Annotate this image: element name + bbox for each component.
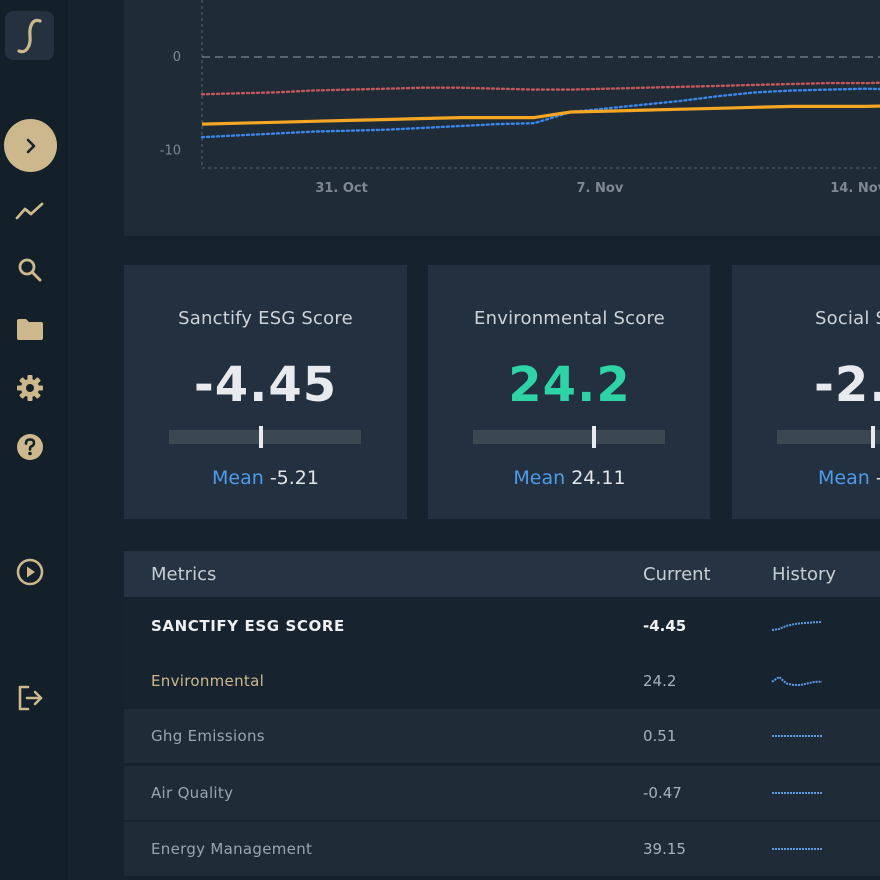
- score-gauge: [169, 426, 361, 448]
- metric-current: 39.15: [643, 840, 686, 858]
- metric-current: 0.51: [643, 727, 677, 745]
- mean-value: -5.21: [269, 467, 319, 489]
- mean-label: Mean: [212, 467, 264, 489]
- mean-label: Mean: [818, 467, 870, 489]
- trend-chart-icon[interactable]: [15, 196, 45, 226]
- chevron-right-icon: [26, 138, 35, 153]
- table-row[interactable]: Air Quality -0.47: [124, 764, 880, 820]
- y-tick-label: 0: [173, 50, 181, 65]
- card-title: Sanctify ESG Score: [178, 308, 353, 329]
- gear-icon[interactable]: [15, 373, 45, 403]
- history-sparkline: [772, 792, 822, 794]
- table-row[interactable]: Energy Management 39.15: [124, 820, 880, 876]
- mean-value: 24.11: [571, 467, 626, 489]
- table-row[interactable]: Ghg Emissions 0.51: [124, 707, 880, 763]
- search-icon[interactable]: [15, 255, 45, 285]
- gauge-marker: [591, 426, 596, 448]
- mean-line: Mean -: [818, 467, 880, 489]
- y-tick-label: -10: [160, 143, 181, 158]
- sparkline-path: [771, 621, 823, 631]
- x-tick-label: 14. Nov: [830, 181, 880, 196]
- content-gutter: [68, 0, 124, 880]
- folder-icon[interactable]: [15, 314, 45, 344]
- line-chart: 0 -10 31. Oct 7. Nov 14. Nov: [160, 0, 880, 196]
- score-gauge: [473, 426, 665, 448]
- logo-s-icon: [16, 18, 42, 53]
- series-line: [200, 87, 880, 139]
- table-header: Metrics Current History: [124, 551, 880, 597]
- logout-icon[interactable]: [15, 683, 45, 713]
- series-line: [200, 81, 880, 96]
- environmental-score-card: Environmental Score 24.2 Mean 24.11: [428, 265, 710, 519]
- brand-logo[interactable]: [5, 11, 54, 60]
- metrics-table: Metrics Current History SANCTIFY ESG SCO…: [124, 551, 880, 880]
- history-sparkline: [772, 735, 822, 737]
- score-history-chart: 0 -10 31. Oct 7. Nov 14. Nov: [124, 0, 880, 236]
- table-row[interactable]: SANCTIFY ESG SCORE -4.45: [124, 597, 880, 653]
- play-icon[interactable]: [15, 557, 45, 587]
- metric-name: Environmental: [151, 672, 265, 690]
- history-sparkline: [771, 621, 823, 631]
- header-current[interactable]: Current: [643, 564, 711, 585]
- metric-current: -4.45: [643, 617, 687, 635]
- header-history[interactable]: History: [772, 564, 836, 585]
- metric-current: 24.2: [643, 672, 677, 690]
- gauge-marker: [259, 426, 264, 448]
- mean-label: Mean: [513, 467, 566, 489]
- card-title: Environmental Score: [474, 308, 665, 329]
- history-sparkline: [772, 848, 822, 850]
- x-tick-label: 31. Oct: [315, 181, 368, 196]
- esg-score-card: Sanctify ESG Score -4.45 Mean -5.21: [124, 265, 407, 519]
- social-score-card: Social S -2. Mean -: [732, 265, 880, 519]
- sidebar: [0, 0, 68, 880]
- table-row[interactable]: Environmental 24.2: [124, 652, 880, 708]
- mean-line: Mean 24.11: [428, 467, 711, 489]
- header-metrics[interactable]: Metrics: [151, 564, 216, 585]
- mean-value: -: [876, 467, 880, 489]
- sparkline-path: [771, 675, 822, 686]
- history-sparkline: [771, 675, 822, 686]
- help-icon[interactable]: [15, 432, 45, 462]
- x-tick-label: 7. Nov: [577, 181, 624, 196]
- card-value: 24.2: [508, 357, 631, 413]
- card-value: -4.45: [193, 357, 338, 413]
- metric-name: Air Quality: [151, 784, 234, 802]
- metric-current: -0.47: [643, 784, 682, 802]
- metric-name: Energy Management: [151, 840, 313, 858]
- metric-name: SANCTIFY ESG SCORE: [151, 617, 345, 635]
- score-gauge: [777, 426, 880, 448]
- card-value: -2.: [814, 357, 880, 413]
- card-title: Social S: [815, 308, 880, 329]
- mean-line: Mean -5.21: [124, 467, 407, 489]
- expand-sidebar-button[interactable]: [4, 119, 57, 172]
- metric-name: Ghg Emissions: [151, 727, 265, 745]
- gauge-marker: [871, 426, 875, 448]
